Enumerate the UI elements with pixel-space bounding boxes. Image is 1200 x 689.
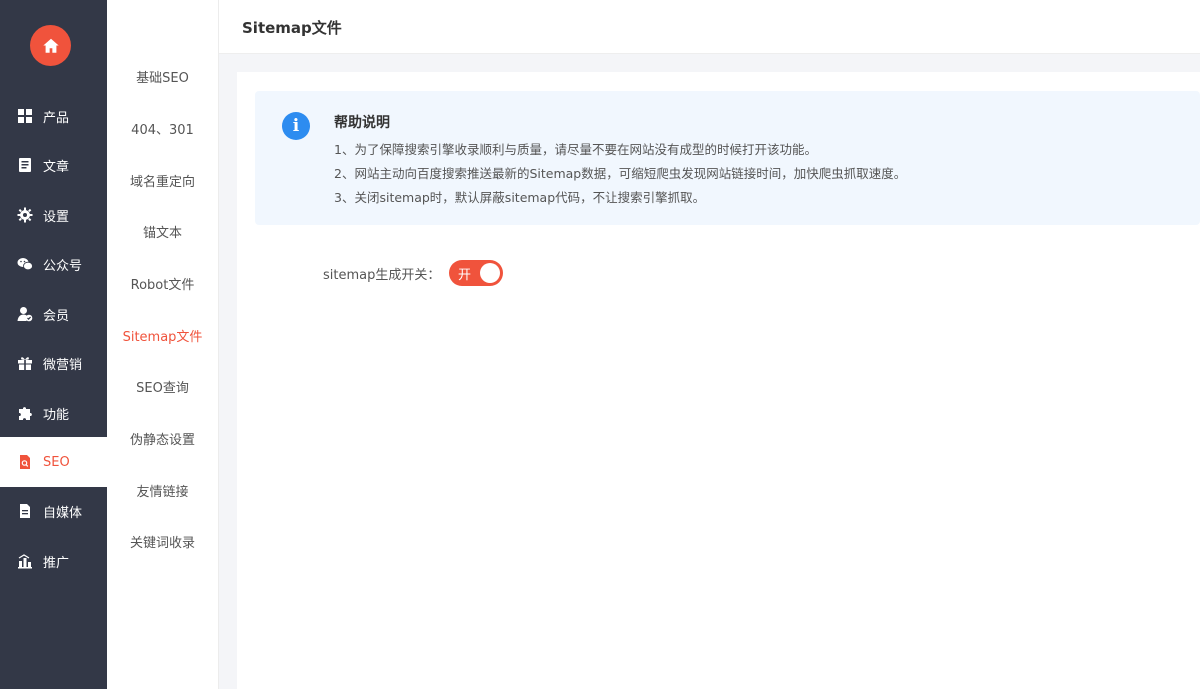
seo-subnav: 基础SEO 404、301 域名重定向 锚文本 Robot文件 Sitemap文… — [107, 0, 219, 689]
sidebar-item-label: 文章 — [43, 159, 70, 175]
puzzle-icon — [16, 404, 34, 422]
member-icon — [16, 305, 34, 323]
sidebar-item-label: 推广 — [43, 555, 70, 571]
help-panel: i 帮助说明 1、为了保障搜索引擎收录顺利与质量，请尽量不要在网站没有成型的时候… — [255, 91, 1200, 225]
sidebar-item-label: 功能 — [43, 407, 70, 423]
main-content: i 帮助说明 1、为了保障搜索引擎收录顺利与质量，请尽量不要在网站没有成型的时候… — [219, 54, 1200, 689]
page-title: Sitemap文件 — [242, 19, 342, 37]
sidebar-item-articles[interactable]: 文章 — [0, 140, 107, 190]
grid-icon — [16, 107, 34, 125]
sidebar-item-label: 自媒体 — [43, 505, 83, 521]
subnav-item-basic-seo[interactable]: 基础SEO — [107, 64, 218, 94]
home-icon — [42, 38, 59, 53]
sidebar-item-marketing[interactable]: 微营销 — [0, 338, 107, 388]
sidebar-item-seo[interactable]: SEO — [0, 437, 107, 487]
sidebar-item-label: 产品 — [43, 110, 70, 126]
wechat-icon — [16, 255, 34, 273]
sidebar-item-label: 公众号 — [43, 258, 83, 274]
sidebar-item-promotion[interactable]: 推广 — [0, 536, 107, 586]
sidebar-item-label: 会员 — [43, 308, 70, 324]
help-line: 3、关闭sitemap时，默认屏蔽sitemap代码，不让搜索引擎抓取。 — [334, 190, 706, 205]
subnav-item-anchor-text[interactable]: 锚文本 — [107, 219, 218, 249]
sidebar-item-products[interactable]: 产品 — [0, 91, 107, 141]
subnav-item-robot-file[interactable]: Robot文件 — [107, 271, 218, 301]
seo-icon — [16, 453, 34, 471]
gift-icon — [16, 354, 34, 372]
subnav-item-404-301[interactable]: 404、301 — [107, 116, 218, 146]
sitemap-switch-row: sitemap生成开关： 开 — [237, 260, 637, 286]
home-button[interactable] — [30, 25, 71, 66]
sidebar-item-media[interactable]: 自媒体 — [0, 486, 107, 536]
media-icon — [16, 502, 34, 520]
gear-icon — [16, 206, 34, 224]
main-sidebar: 产品 文章 设置 公众号 会员 微营销 功能 SEO 自媒体 推广 — [0, 0, 107, 689]
sidebar-item-label: 设置 — [43, 209, 70, 225]
sidebar-item-label: 微营销 — [43, 357, 83, 373]
info-icon: i — [282, 112, 310, 140]
sidebar-item-wechat[interactable]: 公众号 — [0, 239, 107, 289]
subnav-item-keyword-index[interactable]: 关键词收录 — [107, 529, 218, 559]
help-line: 1、为了保障搜索引擎收录顺利与质量，请尽量不要在网站没有成型的时候打开该功能。 — [334, 142, 817, 157]
subnav-item-sitemap-file[interactable]: Sitemap文件 — [107, 323, 218, 353]
page-header: Sitemap文件 — [219, 0, 1200, 54]
subnav-item-pseudo-static[interactable]: 伪静态设置 — [107, 426, 218, 456]
help-title: 帮助说明 — [334, 115, 390, 131]
chart-icon — [16, 552, 34, 570]
sidebar-item-settings[interactable]: 设置 — [0, 190, 107, 240]
subnav-item-domain-redirect[interactable]: 域名重定向 — [107, 168, 218, 198]
sitemap-switch-label: sitemap生成开关： — [323, 268, 441, 283]
help-line: 2、网站主动向百度搜索推送最新的Sitemap数据，可缩短爬虫发现网站链接时间，… — [334, 166, 907, 181]
toggle-state-text: 开 — [458, 268, 472, 283]
subnav-item-seo-query[interactable]: SEO查询 — [107, 374, 218, 404]
sidebar-item-features[interactable]: 功能 — [0, 388, 107, 438]
sidebar-item-label: SEO — [43, 454, 70, 470]
subnav-item-friend-links[interactable]: 友情链接 — [107, 478, 218, 508]
document-icon — [16, 156, 34, 174]
sidebar-item-members[interactable]: 会员 — [0, 289, 107, 339]
content-card: i 帮助说明 1、为了保障搜索引擎收录顺利与质量，请尽量不要在网站没有成型的时候… — [237, 72, 1200, 689]
sitemap-toggle[interactable]: 开 — [449, 260, 503, 286]
toggle-knob — [480, 263, 500, 283]
